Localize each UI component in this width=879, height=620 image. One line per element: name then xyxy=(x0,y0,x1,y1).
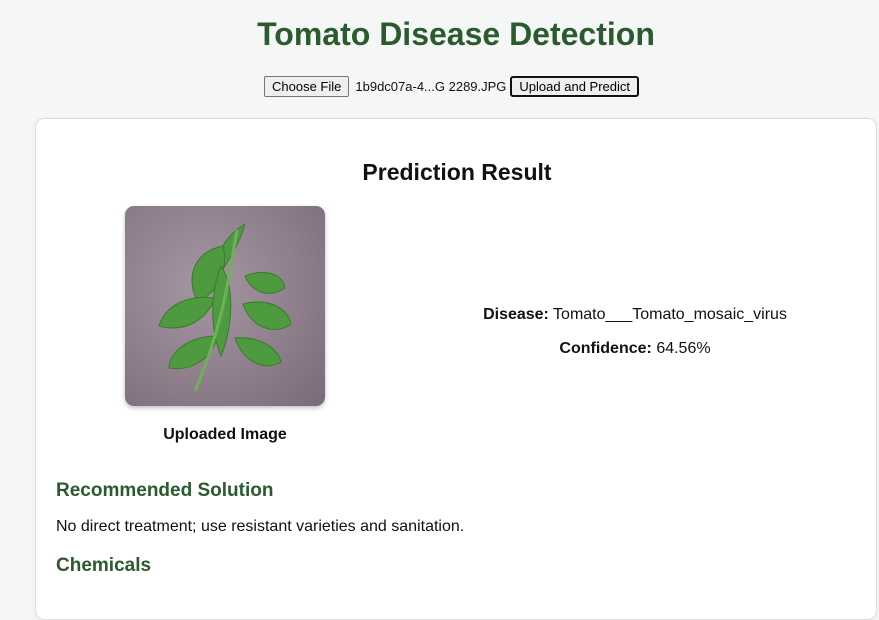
prediction-info: Disease: Tomato___Tomato_mosaic_virus Co… xyxy=(435,306,835,374)
page-title: Tomato Disease Detection xyxy=(257,16,655,52)
confidence-line: Confidence: 64.56% xyxy=(435,340,835,358)
solution-text: No direct treatment; use resistant varie… xyxy=(56,518,465,535)
upload-form: Choose File 1b9dc07a-4...G 2289.JPG Uplo… xyxy=(264,76,639,97)
upload-and-predict-button[interactable]: Upload and Predict xyxy=(510,76,639,97)
disease-label: Disease: xyxy=(483,306,549,323)
disease-value: Tomato___Tomato_mosaic_virus xyxy=(553,306,787,323)
tomato-leaf-icon xyxy=(158,222,292,392)
uploaded-leaf-image xyxy=(125,206,325,406)
confidence-label: Confidence: xyxy=(559,340,652,357)
chemicals-heading: Chemicals xyxy=(56,555,152,576)
choose-file-button[interactable]: Choose File xyxy=(264,76,350,97)
confidence-value: 64.56% xyxy=(656,340,711,357)
solution-heading: Recommended Solution xyxy=(56,480,274,501)
result-heading: Prediction Result xyxy=(362,159,552,185)
uploaded-image-caption: Uploaded Image xyxy=(163,426,287,443)
selected-file-name: 1b9dc07a-4...G 2289.JPG xyxy=(355,79,507,94)
result-card: Prediction Result Uploaded Image Disease… xyxy=(35,118,877,620)
disease-line: Disease: Tomato___Tomato_mosaic_virus xyxy=(435,306,835,324)
